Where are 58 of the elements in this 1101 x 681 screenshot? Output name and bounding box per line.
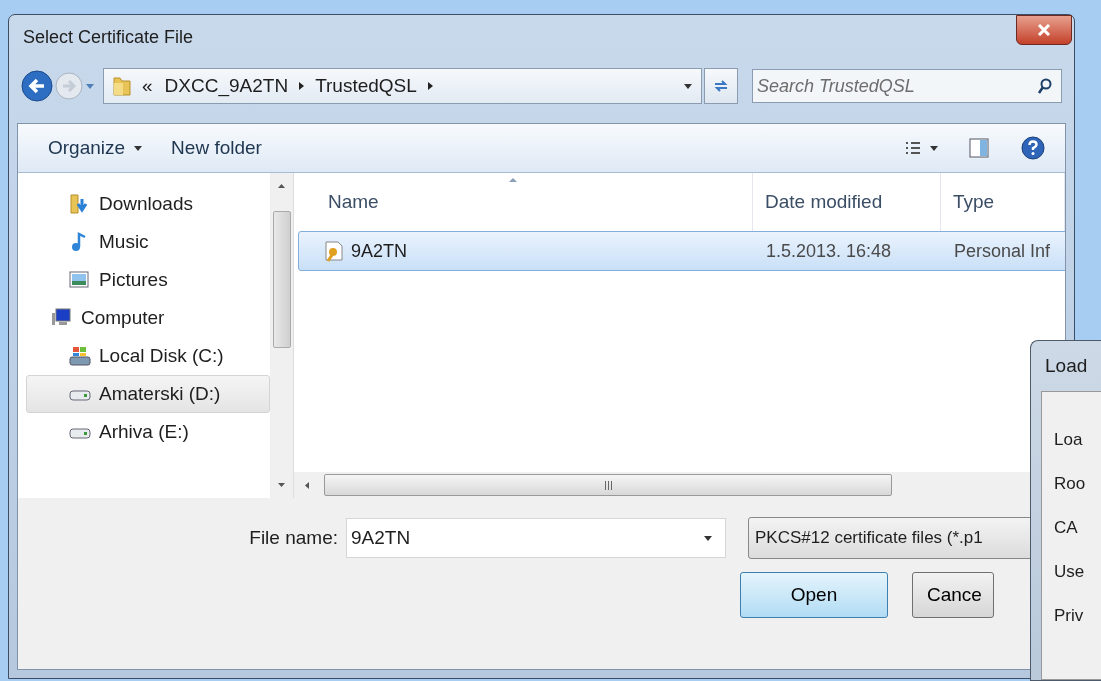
refresh-icon bbox=[712, 78, 730, 94]
dropdown-caret-icon[interactable] bbox=[683, 82, 693, 90]
cancel-button[interactable]: Cance bbox=[912, 572, 994, 618]
certificate-key-icon bbox=[323, 240, 345, 262]
address-bar[interactable]: « DXCC_9A2TN TrustedQSL bbox=[103, 68, 702, 104]
navigation-item[interactable]: Arhiva (E:) bbox=[26, 413, 270, 451]
file-type-dropdown[interactable]: PKCS#12 certificate files (*.p1 bbox=[748, 517, 1033, 559]
sort-arrow-icon bbox=[508, 177, 518, 183]
dropdown-caret-icon[interactable] bbox=[703, 534, 713, 542]
navigation-item[interactable]: Downloads bbox=[26, 185, 270, 223]
navigation-item[interactable]: Local Disk (C:) bbox=[26, 337, 270, 375]
navigation-item[interactable]: Computer bbox=[26, 299, 270, 337]
close-button[interactable] bbox=[1016, 15, 1072, 45]
refresh-button[interactable] bbox=[704, 68, 738, 104]
open-button[interactable]: Open bbox=[740, 572, 888, 618]
field-label: Use bbox=[1054, 562, 1086, 582]
search-icon bbox=[1037, 77, 1053, 95]
scroll-left-icon bbox=[304, 480, 310, 490]
navigation-item[interactable]: Amaterski (D:) bbox=[26, 375, 270, 413]
vertical-scrollbar[interactable] bbox=[270, 173, 294, 498]
table-cell: 9A2TN bbox=[351, 240, 408, 262]
field-label: Loa bbox=[1054, 430, 1084, 450]
window-title: Load bbox=[1045, 355, 1088, 377]
folder-icon bbox=[112, 75, 132, 97]
field-label: Priv bbox=[1054, 606, 1085, 626]
breadcrumb[interactable]: DXCC_9A2TN bbox=[162, 75, 291, 97]
close-icon bbox=[1037, 24, 1051, 36]
grip-icon bbox=[603, 480, 613, 490]
chevron-right-icon bbox=[426, 81, 434, 91]
caret-icon bbox=[133, 144, 144, 152]
table-cell: Personal Inf bbox=[954, 240, 1051, 262]
window-title: Select Certificate File bbox=[22, 26, 195, 48]
organize-menu[interactable]: Organize bbox=[40, 133, 152, 163]
field-label: CA bbox=[1054, 518, 1079, 538]
field-label: Roo bbox=[1054, 474, 1087, 494]
help-icon[interactable] bbox=[1021, 136, 1045, 160]
file-name-field[interactable]: 9A2TN bbox=[346, 518, 726, 558]
scrollbar-thumb[interactable] bbox=[324, 474, 892, 496]
scroll-down-icon bbox=[277, 482, 286, 488]
navigation-item[interactable]: Music bbox=[26, 223, 270, 261]
scroll-up-icon bbox=[277, 183, 286, 189]
navigation-item[interactable]: Pictures bbox=[26, 261, 270, 299]
list-view-icon bbox=[905, 141, 921, 155]
caret-icon bbox=[929, 144, 939, 152]
table-cell: 1.5.2013. 16:48 bbox=[766, 240, 892, 262]
file-row[interactable]: 9A2TN 1.5.2013. 16:48 Personal Inf bbox=[298, 231, 1065, 271]
search-field[interactable]: Search TrustedQSL bbox=[752, 69, 1062, 103]
scrollbar-thumb[interactable] bbox=[272, 211, 291, 348]
chevron-right-icon bbox=[298, 81, 306, 91]
field-label: File name: bbox=[248, 527, 339, 549]
breadcrumb[interactable]: TrustedQSL bbox=[313, 75, 419, 97]
back-icon[interactable] bbox=[21, 70, 53, 102]
system-disk-icon bbox=[69, 345, 91, 367]
pictures-icon bbox=[69, 269, 91, 291]
toolbar-button[interactable]: New folder bbox=[163, 133, 270, 163]
history-caret-icon[interactable] bbox=[85, 82, 95, 90]
preview-pane-icon[interactable] bbox=[969, 138, 989, 158]
breadcrumb[interactable]: « bbox=[140, 75, 155, 97]
